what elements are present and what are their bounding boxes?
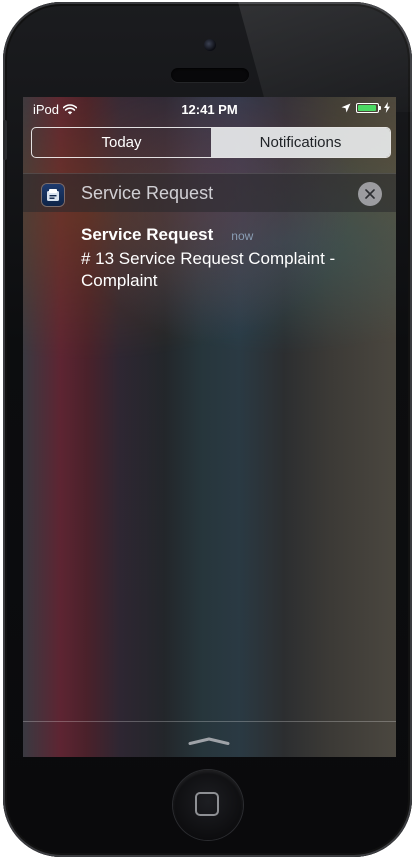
battery-level — [358, 104, 377, 111]
charging-icon — [384, 102, 390, 113]
status-right-group — [341, 102, 390, 113]
front-camera — [204, 39, 216, 51]
service-request-app-icon[interactable] — [42, 184, 64, 206]
notification-message: # 13 Service Request Complaint - Complai… — [81, 249, 336, 290]
view-segmented-control: Today Notifications — [31, 127, 391, 158]
chevron-up-icon[interactable] — [188, 737, 230, 745]
device-glare — [238, 2, 412, 112]
ipod-device-frame: iPod 12:41 PM Today Notifications Servic… — [3, 2, 412, 857]
tab-notifications[interactable]: Notifications — [211, 128, 390, 157]
notification-title: Service Request — [81, 225, 214, 244]
notification-group-header: Service Request — [23, 173, 396, 212]
notification-center-footer — [23, 721, 396, 757]
notification-group-title: Service Request — [81, 183, 214, 203]
location-icon — [341, 103, 351, 112]
earpiece-speaker — [171, 68, 249, 82]
clear-notifications-button[interactable] — [358, 182, 382, 206]
notification-item[interactable]: Service Request now # 13 Service Request… — [81, 225, 381, 292]
tab-today[interactable]: Today — [32, 128, 211, 157]
app-glyph-icon — [47, 189, 59, 201]
home-square-icon — [195, 792, 219, 816]
status-bar: iPod 12:41 PM — [23, 97, 396, 121]
close-icon — [365, 189, 375, 199]
notification-center-screen: iPod 12:41 PM Today Notifications Servic… — [23, 97, 396, 757]
battery-icon — [356, 102, 381, 113]
notification-time: now — [231, 229, 254, 243]
notification-title-line: Service Request now — [81, 225, 381, 245]
volume-button[interactable] — [3, 120, 7, 160]
home-button-icon[interactable] — [173, 770, 243, 840]
